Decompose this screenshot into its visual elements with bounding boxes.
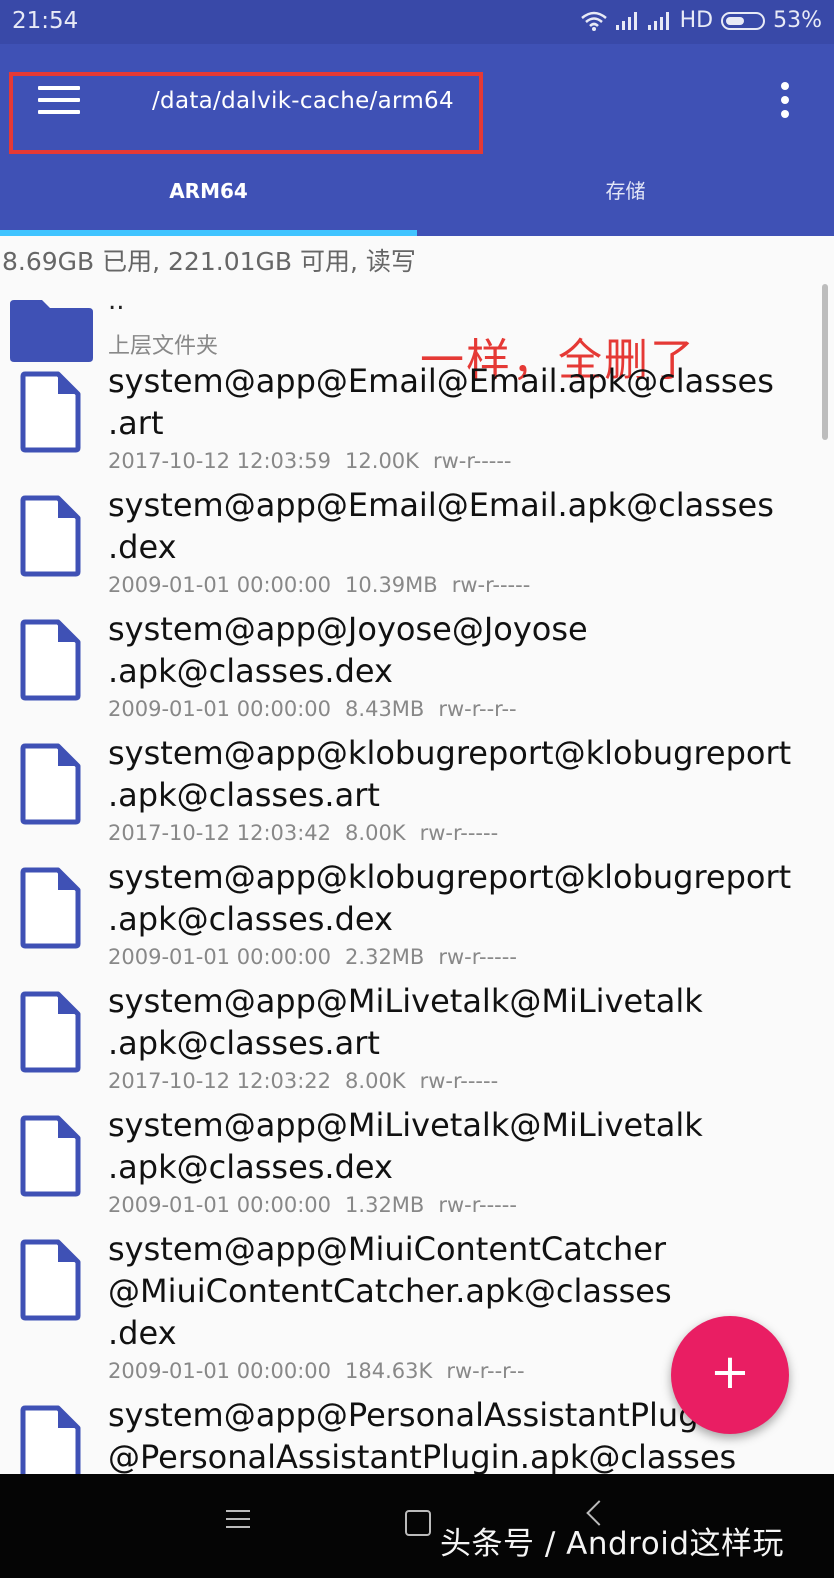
- tab-indicator: [0, 230, 417, 236]
- file-date: 2017-10-12 12:03:42: [108, 821, 332, 845]
- signal-icon: [615, 11, 640, 30]
- file-permissions: rw-r--r--: [438, 697, 517, 721]
- file-name: system@app@Joyose@Joyose .apk@classes.de…: [108, 610, 588, 690]
- file-icon-wrap: [0, 484, 108, 608]
- app-bar: /data/dalvik-cache/arm64 ARM64 存储: [0, 44, 834, 236]
- file-permissions: rw-r-----: [451, 573, 531, 597]
- file-permissions: rw-r--r--: [446, 1359, 525, 1383]
- file-size: 10.39MB: [345, 573, 438, 597]
- file-meta: 2017-10-12 12:03:22 8.00K rw-r-----: [108, 1064, 824, 1104]
- parent-folder-name: ..: [108, 286, 125, 316]
- file-icon: [20, 991, 81, 1073]
- file-icon-wrap: [0, 608, 108, 732]
- file-date: 2017-10-12 12:03:59: [108, 449, 332, 473]
- nav-menu-icon[interactable]: [226, 1510, 250, 1530]
- file-name: system@app@klobugreport@klobugreport .ap…: [108, 858, 792, 938]
- plus-icon: +: [709, 1344, 751, 1400]
- file-name: system@app@Email@Email.apk@classes .art: [108, 362, 774, 442]
- file-icon: [20, 1405, 81, 1474]
- file-size: 2.32MB: [345, 945, 425, 969]
- file-icon-wrap: [0, 856, 108, 980]
- network-type: HD: [679, 8, 714, 33]
- file-icon-wrap: [0, 980, 108, 1104]
- file-permissions: rw-r-----: [419, 1069, 499, 1093]
- status-time: 21:54: [12, 8, 79, 34]
- status-icons: HD 53%: [580, 8, 822, 33]
- file-meta: 2009-01-01 00:00:00 8.43MB rw-r--r--: [108, 692, 824, 732]
- file-size: 1.32MB: [345, 1193, 425, 1217]
- file-name: system@app@Email@Email.apk@classes .dex: [108, 486, 774, 566]
- parent-folder-row[interactable]: .. 上层文件夹 一样，全删了: [0, 284, 834, 386]
- folder-icon: [10, 300, 93, 362]
- file-row[interactable]: system@app@Email@Email.apk@classes .dex 2…: [0, 484, 834, 608]
- file-icon: [20, 495, 81, 577]
- more-options-icon[interactable]: [777, 82, 793, 122]
- file-size: 184.63K: [345, 1359, 433, 1383]
- file-meta: 2017-10-12 12:03:42 8.00K rw-r-----: [108, 816, 824, 856]
- file-text: system@app@Email@Email.apk@classes .art 2…: [108, 360, 824, 484]
- file-row[interactable]: system@app@Joyose@Joyose .apk@classes.de…: [0, 608, 834, 732]
- file-meta: 2009-01-01 00:00:00 1.32MB rw-r-----: [108, 1188, 824, 1228]
- watermark: 头条号 / Android这样玩: [440, 1526, 785, 1562]
- file-size: 8.00K: [345, 1069, 406, 1093]
- tab-arm64[interactable]: ARM64: [0, 164, 417, 232]
- status-bar: 21:54 HD 53%: [0, 0, 834, 44]
- file-icon: [20, 371, 81, 453]
- file-meta: 2017-10-12 12:03:59 12.00K rw-r-----: [108, 444, 824, 484]
- file-text: system@app@klobugreport@klobugreport .ap…: [108, 732, 824, 856]
- file-text: system@app@klobugreport@klobugreport .ap…: [108, 856, 824, 980]
- scrollbar[interactable]: [822, 284, 828, 440]
- wifi-icon: [580, 11, 607, 31]
- file-name: system@app@MiLivetalk@MiLivetalk .apk@cl…: [108, 1106, 703, 1186]
- file-text: system@app@Email@Email.apk@classes .dex 2…: [108, 484, 824, 608]
- file-icon: [20, 743, 81, 825]
- nav-home-icon[interactable]: [405, 1510, 431, 1536]
- file-permissions: rw-r-----: [419, 821, 499, 845]
- file-date: 2009-01-01 00:00:00: [108, 945, 332, 969]
- file-row[interactable]: system@app@MiLivetalk@MiLivetalk .apk@cl…: [0, 980, 834, 1104]
- signal-icon: [647, 11, 672, 30]
- add-fab-button[interactable]: +: [671, 1316, 789, 1434]
- file-size: 8.00K: [345, 821, 406, 845]
- annotation-highlight-box: [9, 72, 483, 154]
- tab-storage[interactable]: 存储: [417, 164, 834, 232]
- file-date: 2009-01-01 00:00:00: [108, 573, 332, 597]
- file-icon: [20, 1115, 81, 1197]
- file-date: 2009-01-01 00:00:00: [108, 697, 332, 721]
- file-size: 12.00K: [345, 449, 419, 473]
- storage-info: 8.69GB 已用, 221.01GB 可用, 读写: [2, 247, 416, 276]
- file-size: 8.43MB: [345, 697, 425, 721]
- file-permissions: rw-r-----: [438, 945, 517, 969]
- file-date: 2017-10-12 12:03:22: [108, 1069, 332, 1093]
- file-meta: 2009-01-01 00:00:00 10.39MB rw-r-----: [108, 568, 824, 608]
- file-row[interactable]: system@app@Email@Email.apk@classes .art 2…: [0, 360, 834, 484]
- file-name: system@app@MiLivetalk@MiLivetalk .apk@cl…: [108, 982, 703, 1062]
- file-date: 2009-01-01 00:00:00: [108, 1193, 332, 1217]
- file-icon-wrap: [0, 732, 108, 856]
- file-icon: [20, 867, 81, 949]
- file-icon-wrap: [0, 1394, 108, 1474]
- file-text: system@app@MiLivetalk@MiLivetalk .apk@cl…: [108, 1104, 824, 1228]
- navigation-bar: 头条号 / Android这样玩: [0, 1474, 834, 1578]
- files-container: system@app@Email@Email.apk@classes .art 2…: [0, 360, 834, 1474]
- battery-icon: [721, 11, 766, 30]
- file-row[interactable]: system@app@MiLivetalk@MiLivetalk .apk@cl…: [0, 1104, 834, 1228]
- file-list: .. 上层文件夹 一样，全删了 system@app@Email@Email.a…: [0, 284, 834, 1474]
- file-icon-wrap: [0, 1228, 108, 1394]
- battery-level: 53%: [773, 8, 822, 33]
- file-permissions: rw-r-----: [438, 1193, 517, 1217]
- file-row[interactable]: system@app@klobugreport@klobugreport .ap…: [0, 856, 834, 980]
- file-permissions: rw-r-----: [432, 449, 512, 473]
- file-icon-wrap: [0, 1104, 108, 1228]
- file-icon: [20, 619, 81, 701]
- file-date: 2009-01-01 00:00:00: [108, 1359, 332, 1383]
- file-text: system@app@Joyose@Joyose .apk@classes.de…: [108, 608, 824, 732]
- file-meta: 2009-01-01 00:00:00 2.32MB rw-r-----: [108, 940, 824, 980]
- file-name: system@app@klobugreport@klobugreport .ap…: [108, 734, 792, 814]
- parent-folder-label: 上层文件夹: [108, 334, 219, 359]
- file-icon: [20, 1239, 81, 1321]
- file-icon-wrap: [0, 360, 108, 484]
- file-row[interactable]: system@app@klobugreport@klobugreport .ap…: [0, 732, 834, 856]
- file-text: system@app@MiLivetalk@MiLivetalk .apk@cl…: [108, 980, 824, 1104]
